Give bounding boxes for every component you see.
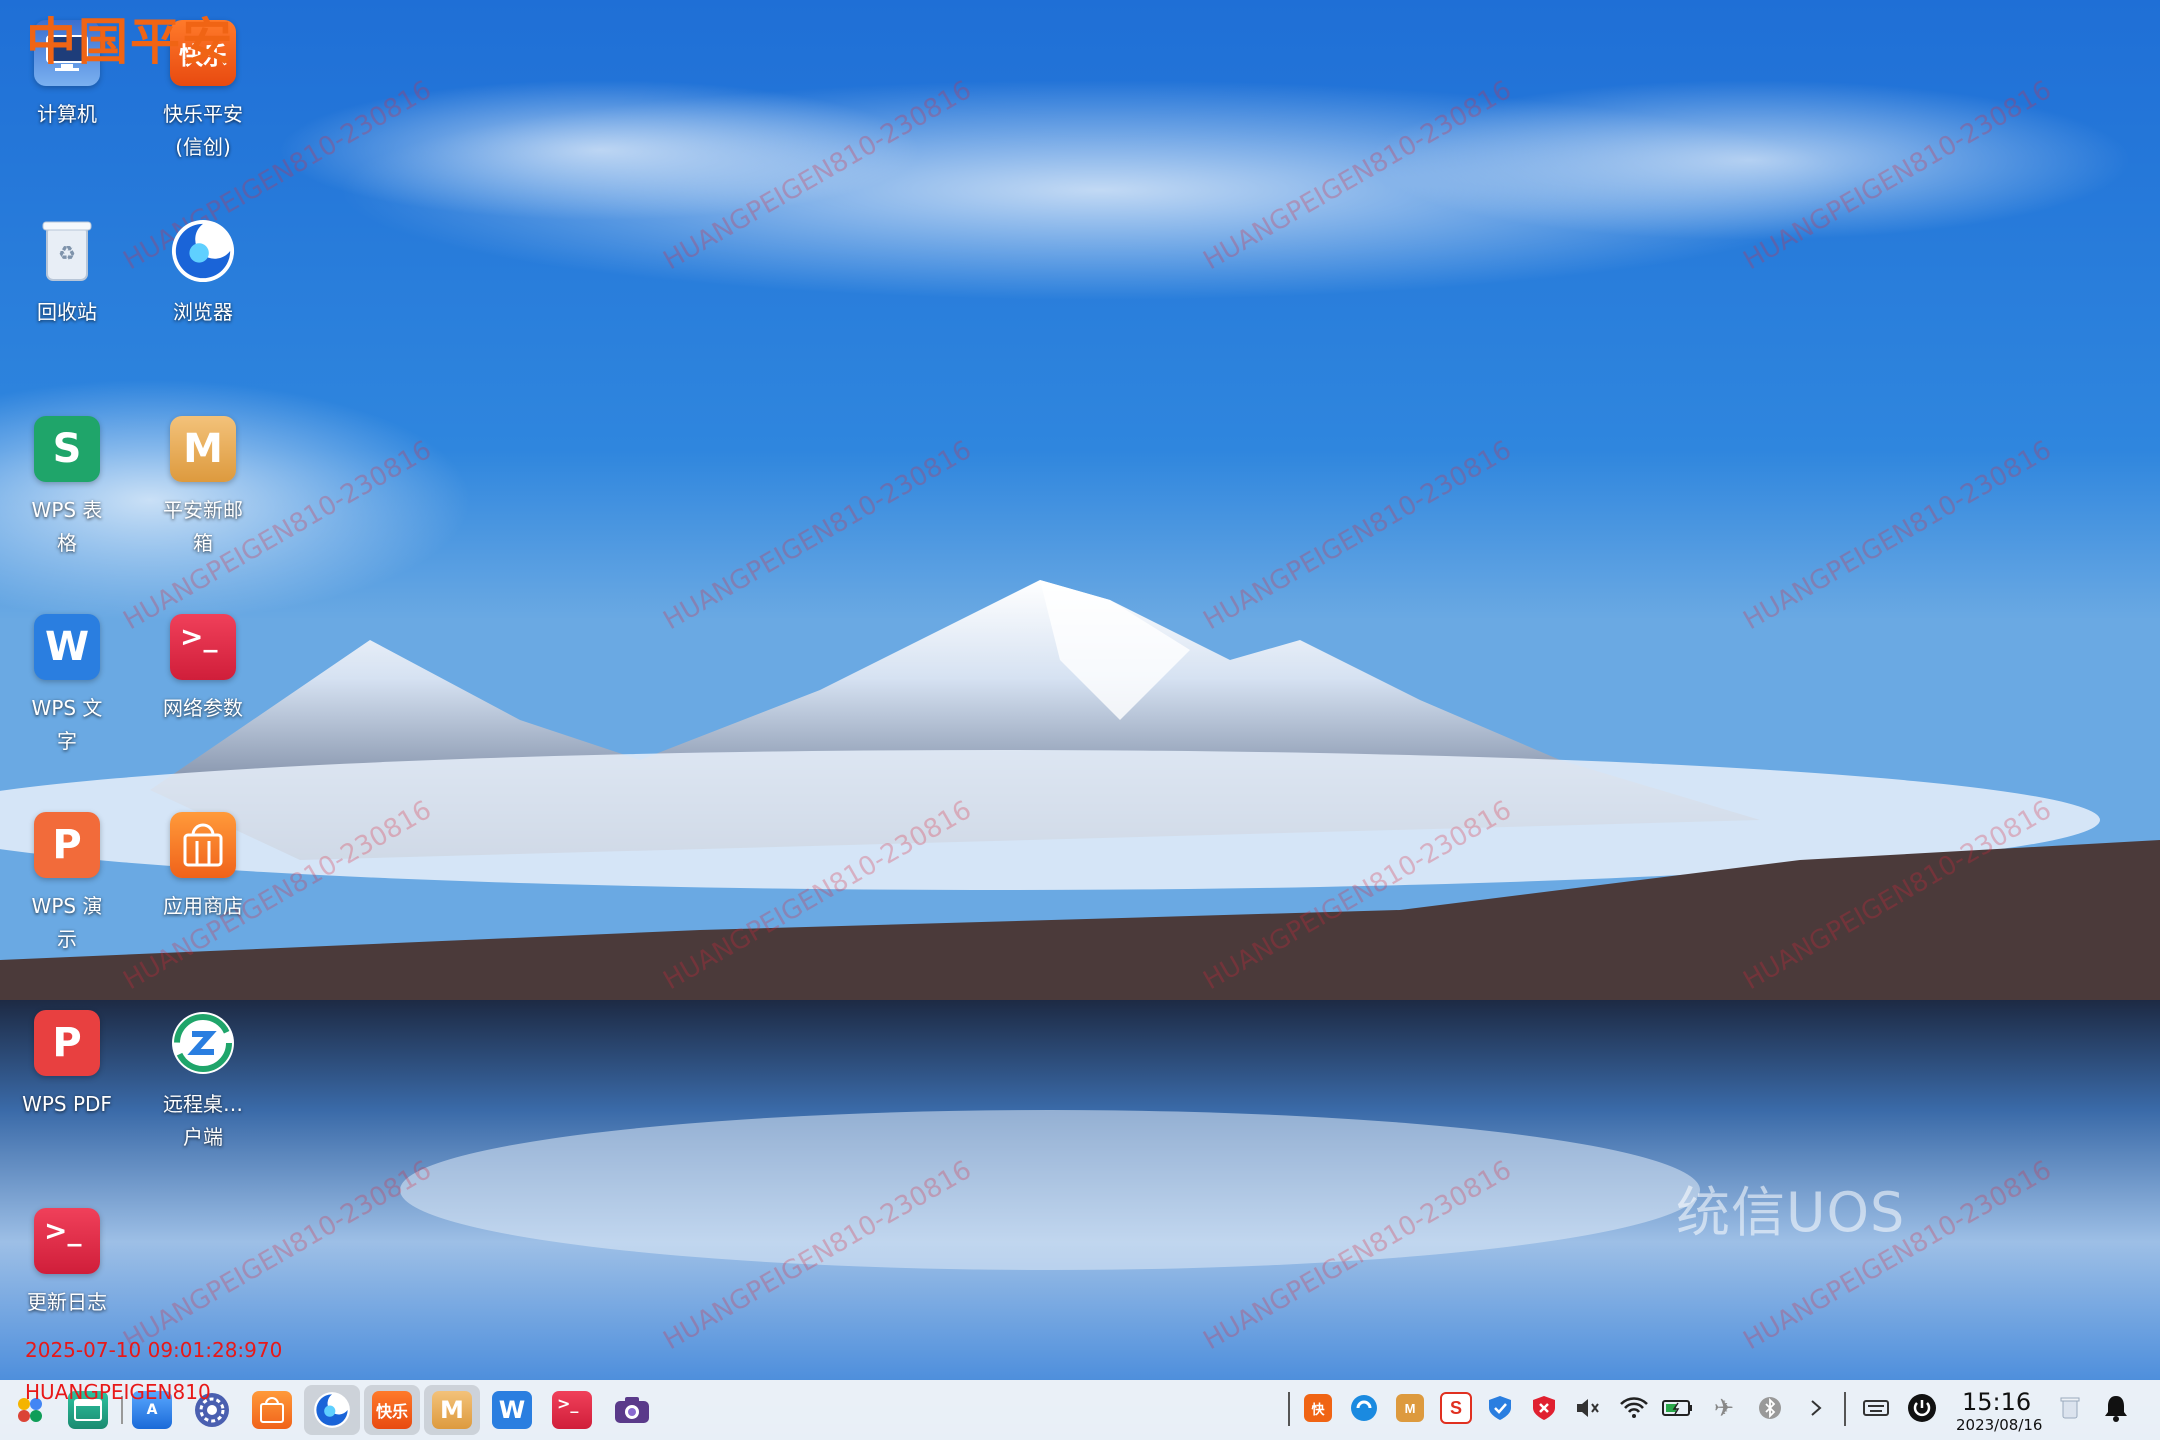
desktop-icon-wps-presentation[interactable]: P WPS 演示: [2, 812, 132, 956]
desktop-icon-network-params[interactable]: >_ 网络参数: [138, 614, 268, 725]
desktop-icon-wps-writer[interactable]: W WPS 文字: [2, 614, 132, 758]
desktop-icon-wps-pdf[interactable]: P WPS PDF: [2, 1010, 132, 1121]
desktop-icon-remote-desktop[interactable]: 远程桌…户端: [138, 1010, 268, 1154]
desktop-icon-label: 浏览器: [173, 300, 233, 324]
browser-icon[interactable]: [304, 1385, 360, 1435]
desktop-icon-label: WPS PDF: [22, 1092, 112, 1116]
trash-tray-icon[interactable]: [2054, 1392, 2086, 1424]
wps-presentation-icon: P: [34, 812, 100, 878]
clock-date[interactable]: 2023/08/16: [1956, 1416, 2042, 1434]
desktop-icon-trash[interactable]: ♻ 回收站: [2, 218, 132, 329]
taskbar-separator: [1288, 1392, 1290, 1426]
wps-spreadsheet-icon: S: [34, 416, 100, 482]
desktop-icon-update-log[interactable]: >_ 更新日志: [2, 1208, 132, 1319]
desktop-icon-label: WPS 文字: [31, 696, 103, 753]
svg-text:♻: ♻: [58, 241, 76, 265]
uos-logo: 统信UOS: [1676, 1181, 1906, 1244]
desktop-icon-app-store[interactable]: 应用商店: [138, 812, 268, 923]
desktop-icon-label: 远程桌…户端: [163, 1092, 243, 1149]
notification-bell-icon[interactable]: [2100, 1392, 2132, 1424]
wps-pdf-icon: P: [34, 1010, 100, 1076]
chevron-right-icon[interactable]: [1800, 1392, 1832, 1424]
browser-tray-icon[interactable]: [1348, 1392, 1380, 1424]
desktop-icon-browser[interactable]: 浏览器: [138, 218, 268, 329]
power-icon[interactable]: [1906, 1392, 1938, 1424]
app-store-icon[interactable]: [250, 1389, 294, 1431]
clock-time[interactable]: 15:16: [1962, 1388, 2031, 1416]
overlay-username: HUANGPEIGEN810: [25, 1380, 211, 1404]
remote-desktop-icon: [170, 1010, 236, 1076]
keyboard-icon[interactable]: [1860, 1392, 1892, 1424]
desktop-icon-label: 计算机: [37, 102, 97, 126]
mail-icon: M: [170, 416, 236, 482]
app-store-icon: [170, 812, 236, 878]
desktop-icon-label: 更新日志: [27, 1290, 107, 1314]
mail-tray-icon[interactable]: M: [1394, 1392, 1426, 1424]
input-method-tray-icon[interactable]: S: [1440, 1392, 1472, 1424]
bluetooth-icon[interactable]: [1754, 1392, 1786, 1424]
shield-icon[interactable]: [1484, 1392, 1516, 1424]
terminal-icon: >_: [170, 614, 236, 680]
wps-writer-icon[interactable]: W: [490, 1389, 534, 1431]
airplane-mode-icon[interactable]: ✈: [1708, 1392, 1740, 1424]
brand-logo: 中国平安: [26, 13, 234, 71]
browser-icon: [170, 218, 236, 284]
kuaile-pingan-tray-icon[interactable]: 快: [1302, 1392, 1334, 1424]
desktop-icon-label: 应用商店: [163, 894, 243, 918]
desktop-icon-label: WPS 表格: [31, 498, 103, 555]
security-shield-icon[interactable]: [1528, 1392, 1560, 1424]
volume-muted-icon[interactable]: [1572, 1392, 1604, 1424]
mail-icon[interactable]: M: [424, 1385, 480, 1435]
desktop-icon-wps-spreadsheet[interactable]: S WPS 表格: [2, 416, 132, 560]
overlay-timestamp: 2025-07-10 09:01:28:970: [25, 1338, 283, 1362]
battery-icon[interactable]: [1662, 1392, 1694, 1424]
wps-writer-icon: W: [34, 614, 100, 680]
terminal-icon: >_: [34, 1208, 100, 1274]
taskbar-separator: [1844, 1392, 1846, 1426]
desktop-icon-label: 网络参数: [163, 696, 243, 720]
desktop-icon-label: 平安新邮箱: [163, 498, 243, 555]
desktop-icon-label: 回收站: [37, 300, 97, 324]
wifi-icon[interactable]: [1618, 1392, 1650, 1424]
desktop-icon-label: 快乐平安(信创): [163, 102, 243, 159]
kuaile-pingan-icon[interactable]: 快乐: [364, 1385, 420, 1435]
desktop-icon-mail[interactable]: M 平安新邮箱: [138, 416, 268, 560]
desktop-icon-label: WPS 演示: [31, 894, 103, 951]
trash-icon: ♻: [34, 218, 100, 284]
camera-icon[interactable]: [610, 1389, 654, 1431]
terminal-icon[interactable]: >_: [550, 1389, 594, 1431]
